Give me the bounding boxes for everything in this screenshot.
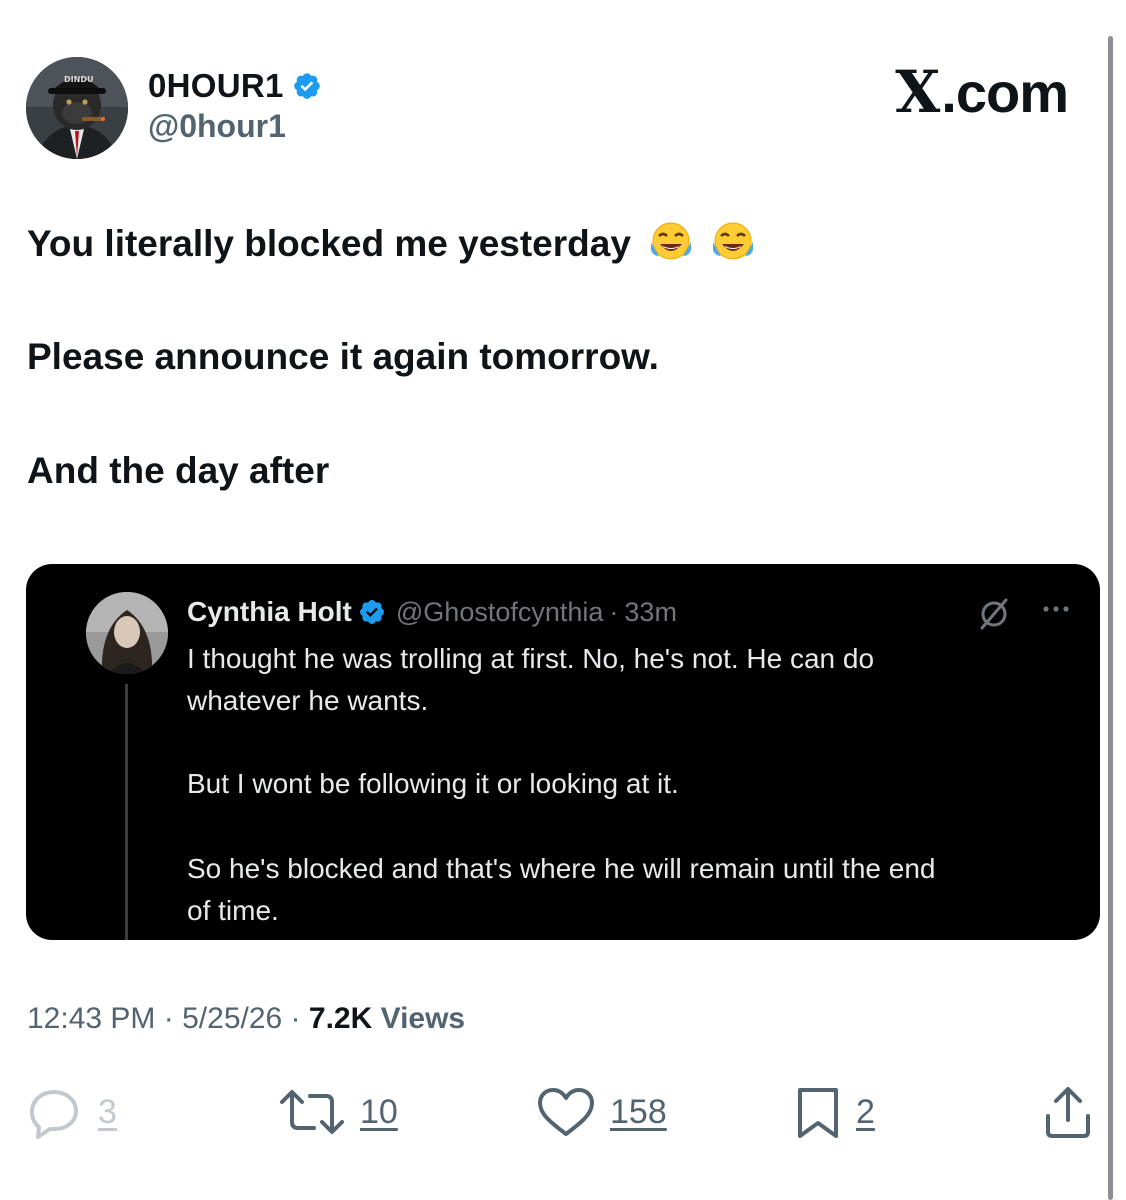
quote-author-avatar[interactable] [86,592,168,674]
reply-button[interactable]: 3 [22,1084,117,1140]
laughing-tears-emoji-icon [713,222,754,260]
quote-text: I thought he was trolling at first. No, … [187,643,875,674]
laughing-tears-emoji-icon [651,222,692,260]
thread-connector-line [125,684,128,940]
like-button[interactable]: 158 [534,1084,667,1140]
post-text-line: You literally blocked me yesterday [27,220,755,265]
scrollbar[interactable] [1108,36,1113,1200]
separator-dot: · [609,596,619,627]
post-time[interactable]: 12:43 PM [27,1002,155,1035]
avatar-cap-text: DINDU [64,75,93,84]
brand-text: X.com [895,58,1069,126]
verified-badge-icon [359,600,384,624]
like-count: 158 [610,1092,667,1131]
brand-watermark: X.com [895,58,1069,126]
repost-button[interactable]: 10 [276,1084,398,1140]
share-button[interactable] [1040,1084,1096,1140]
grok-icon[interactable] [976,596,1012,632]
views-count: 7.2K [308,1002,373,1035]
post-text: Please announce it again tomorrow. [27,336,659,377]
quote-text: So he's blocked and that's where he will… [187,853,936,884]
share-icon [1046,1087,1090,1138]
quote-avatar-image [86,592,168,674]
post-text: You literally blocked me yesterday [27,223,631,264]
post-date[interactable]: 5/25/26 [182,1002,282,1035]
repost-count: 10 [360,1092,398,1131]
quote-timestamp[interactable]: 33m [624,597,677,628]
repost-icon [280,1090,344,1134]
quote-text: But I wont be following it or looking at… [187,768,679,799]
post-text: And the day after [27,450,330,491]
bookmark-count: 2 [856,1092,875,1131]
heart-icon [538,1088,594,1136]
author-name-row[interactable]: 0HOUR1 [148,66,322,106]
quote-author-handle[interactable]: @Ghostofcynthia [396,597,604,628]
brand-domain: .com [941,61,1069,124]
separator-dot: · [163,1002,174,1035]
reply-count: 3 [98,1092,117,1131]
more-options-icon[interactable] [1038,594,1074,624]
brand-x-logo: X [895,58,940,126]
quote-text: whatever he wants. [187,685,429,716]
gorilla-avatar-image: DINDU [26,57,128,159]
separator-dot: · [290,1002,301,1035]
post-meta: 12:43 PM · 5/25/26 · 7.2K Views [27,1002,465,1036]
quoted-post-card[interactable]: Cynthia Holt @Ghostofcynthia · 33m I tho… [26,564,1100,940]
views-label: Views [380,1002,466,1035]
bookmark-icon [798,1088,838,1138]
quote-header: Cynthia Holt @Ghostofcynthia · 33m [187,592,677,632]
quote-author-name[interactable]: Cynthia Holt [187,596,352,628]
author-handle[interactable]: @0hour1 [148,108,286,145]
reply-icon [30,1090,78,1139]
author-avatar[interactable]: DINDU [26,57,128,159]
author-display-name[interactable]: 0HOUR1 [148,67,284,105]
quote-text: of time. [187,895,279,926]
verified-badge-icon [293,73,320,99]
bookmark-button[interactable]: 2 [792,1084,875,1140]
